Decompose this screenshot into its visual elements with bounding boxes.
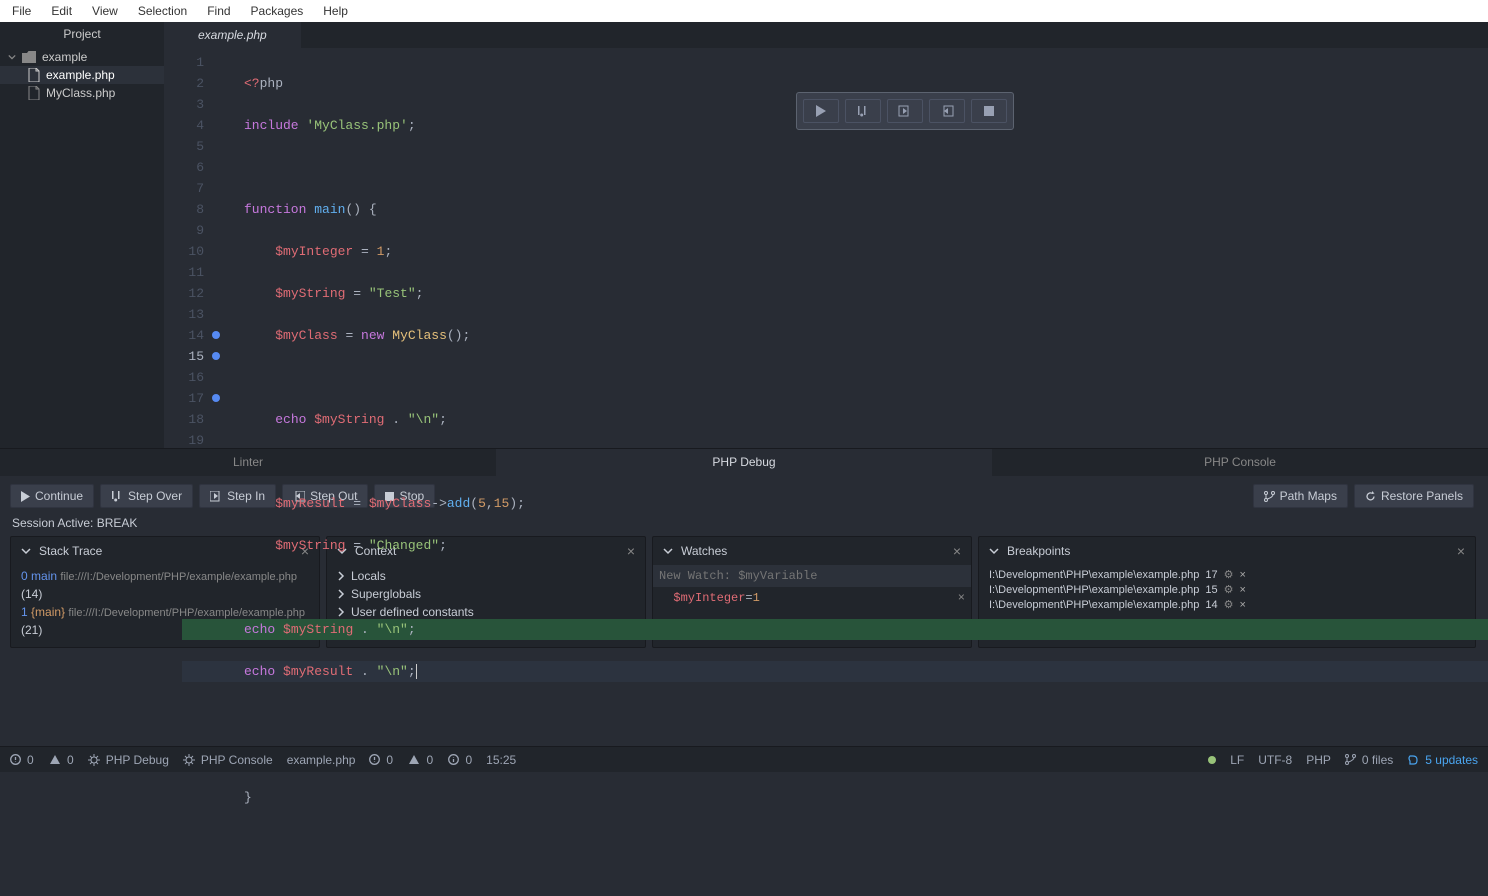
status-php-console[interactable]: PHP Console <box>183 753 273 767</box>
line-number[interactable]: 7 <box>168 178 204 199</box>
step-out-button[interactable] <box>929 99 965 123</box>
step-over-icon <box>856 105 870 117</box>
status-updates[interactable]: 5 updates <box>1407 753 1478 767</box>
step-over-button[interactable] <box>845 99 881 123</box>
step-out-icon <box>940 105 954 117</box>
error-icon <box>10 754 21 765</box>
line-number[interactable]: 13 <box>168 304 204 325</box>
status-diagnostics-file[interactable]: 0 0 0 <box>369 753 472 767</box>
continue-button[interactable]: Continue <box>10 484 94 508</box>
line-number[interactable]: 18 <box>168 409 204 430</box>
line-number[interactable]: 2 <box>168 73 204 94</box>
folder-icon <box>22 51 36 63</box>
status-diagnostics-left[interactable]: 0 0 <box>10 753 74 767</box>
status-language[interactable]: PHP <box>1306 753 1331 767</box>
folder-label: example <box>42 50 87 64</box>
chevron-down-icon[interactable] <box>21 546 31 556</box>
tree-file-example[interactable]: example.php <box>0 66 164 84</box>
file-label: example.php <box>46 68 115 82</box>
continue-button[interactable] <box>803 99 839 123</box>
line-number[interactable]: 11 <box>168 262 204 283</box>
stop-button[interactable] <box>971 99 1007 123</box>
menu-packages[interactable]: Packages <box>241 2 314 20</box>
line-number[interactable]: 14 <box>168 325 204 346</box>
play-icon <box>21 491 30 502</box>
line-number[interactable]: 10 <box>168 241 204 262</box>
line-number[interactable]: 19 <box>168 430 204 451</box>
status-file[interactable]: example.php <box>287 753 356 767</box>
info-icon <box>448 754 459 765</box>
debug-toolbar-floating[interactable] <box>796 92 1014 130</box>
menu-edit[interactable]: Edit <box>41 2 82 20</box>
error-icon <box>369 754 380 765</box>
line-number[interactable]: 4 <box>168 115 204 136</box>
tree-folder-example[interactable]: example <box>0 48 164 66</box>
sidebar-title: Project <box>0 22 164 46</box>
line-number[interactable]: 6 <box>168 157 204 178</box>
line-number[interactable]: 5 <box>168 136 204 157</box>
line-number[interactable]: 12 <box>168 283 204 304</box>
text-cursor <box>416 664 417 679</box>
line-number[interactable]: 17 <box>168 388 204 409</box>
line-number[interactable]: 16 <box>168 367 204 388</box>
status-git-files[interactable]: 0 files <box>1345 753 1393 767</box>
menu-selection[interactable]: Selection <box>128 2 197 20</box>
editor-tabbar: example.php <box>164 22 1488 48</box>
play-icon <box>816 105 826 117</box>
step-over-icon <box>111 491 123 502</box>
step-in-button[interactable] <box>887 99 923 123</box>
status-cursor-pos[interactable]: 15:25 <box>486 753 516 767</box>
bug-icon <box>183 754 195 766</box>
tab-example-php[interactable]: example.php <box>164 22 301 48</box>
menu-help[interactable]: Help <box>313 2 358 20</box>
line-number[interactable]: 1 <box>168 52 204 73</box>
branch-icon <box>1345 754 1356 765</box>
warning-icon <box>49 754 61 765</box>
status-dot-icon <box>1208 756 1216 764</box>
status-encoding[interactable]: UTF-8 <box>1258 753 1292 767</box>
file-label: MyClass.php <box>46 86 115 100</box>
chevron-down-icon <box>8 53 16 61</box>
line-number[interactable]: 8 <box>168 199 204 220</box>
squirrel-icon <box>1407 754 1419 766</box>
file-icon <box>28 86 40 100</box>
line-number[interactable]: 9 <box>168 220 204 241</box>
warning-icon <box>408 754 420 765</box>
menu-view[interactable]: View <box>82 2 128 20</box>
menu-find[interactable]: Find <box>197 2 240 20</box>
bug-icon <box>88 754 100 766</box>
menubar: File Edit View Selection Find Packages H… <box>0 0 1488 22</box>
step-in-icon <box>898 105 912 117</box>
menu-file[interactable]: File <box>2 2 41 20</box>
line-number[interactable]: 15 <box>168 346 204 367</box>
panel-title: Stack Trace <box>39 544 102 558</box>
tree-file-myclass[interactable]: MyClass.php <box>0 84 164 102</box>
project-sidebar: Project example example.php MyClass.php <box>0 22 164 448</box>
line-number[interactable]: 3 <box>168 94 204 115</box>
statusbar: 0 0 PHP Debug PHP Console example.php 0 … <box>0 746 1488 772</box>
stop-icon <box>984 106 994 116</box>
status-php-debug[interactable]: PHP Debug <box>88 753 169 767</box>
file-icon <box>28 68 40 82</box>
status-line-ending[interactable]: LF <box>1230 753 1244 767</box>
